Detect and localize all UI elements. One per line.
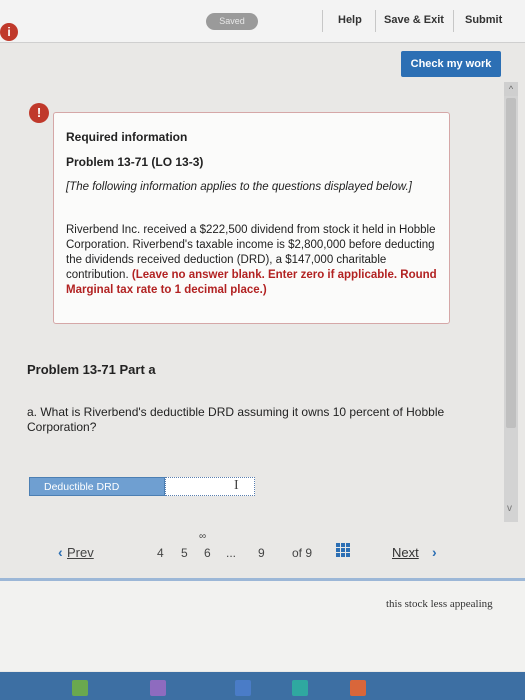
onenote-icon[interactable] bbox=[150, 680, 166, 696]
top-bar bbox=[0, 0, 525, 43]
scrollbar-thumb[interactable] bbox=[506, 98, 516, 428]
grid-icon[interactable] bbox=[336, 543, 350, 557]
deductible-drd-label: Deductible DRD bbox=[29, 477, 165, 496]
divider bbox=[375, 10, 376, 32]
save-exit-button[interactable]: Save & Exit bbox=[384, 14, 444, 26]
info-note: [The following information applies to th… bbox=[66, 181, 412, 193]
background-text: this stock less appealing bbox=[386, 598, 493, 610]
part-title: Problem 13-71 Part a bbox=[27, 362, 156, 377]
saved-indicator: Saved bbox=[206, 13, 258, 30]
question-text: a. What is Riverbend's deductible DRD as… bbox=[27, 405, 445, 434]
deductible-drd-input[interactable] bbox=[165, 477, 255, 496]
page-9-link[interactable]: 9 bbox=[258, 546, 265, 560]
divider bbox=[322, 10, 323, 32]
submit-button[interactable]: Submit bbox=[465, 14, 502, 26]
prev-button[interactable]: Prev bbox=[67, 545, 94, 560]
excel-icon[interactable] bbox=[72, 680, 88, 696]
word-icon[interactable] bbox=[235, 680, 251, 696]
page-6-current[interactable]: 6 bbox=[204, 546, 211, 560]
chevron-right-icon[interactable]: › bbox=[432, 544, 437, 560]
problem-body: Riverbend Inc. received a $222,500 divid… bbox=[66, 223, 438, 298]
page-4-link[interactable]: 4 bbox=[157, 546, 164, 560]
alert-icon: ! bbox=[29, 103, 49, 123]
page-ellipsis: ... bbox=[226, 546, 237, 560]
required-info-title: Required information bbox=[66, 130, 188, 144]
scroll-down-icon[interactable]: v bbox=[507, 503, 512, 514]
check-my-work-button[interactable]: Check my work bbox=[401, 51, 501, 77]
help-link[interactable]: Help bbox=[338, 14, 362, 26]
link-icon: ∞ bbox=[199, 531, 207, 542]
info-icon[interactable]: i bbox=[0, 23, 18, 41]
page-5-link[interactable]: 5 bbox=[181, 546, 188, 560]
problem-title: Problem 13-71 (LO 13-3) bbox=[66, 155, 204, 169]
divider bbox=[453, 10, 454, 32]
background-document bbox=[0, 581, 525, 671]
chevron-left-icon[interactable]: ‹ bbox=[58, 544, 63, 560]
powerpoint-icon[interactable] bbox=[350, 680, 366, 696]
text-cursor-icon: I bbox=[234, 478, 239, 493]
scroll-up-icon[interactable]: ^ bbox=[504, 82, 518, 96]
next-button[interactable]: Next bbox=[392, 545, 419, 560]
page-count: of 9 bbox=[292, 546, 313, 560]
app-icon[interactable] bbox=[292, 680, 308, 696]
